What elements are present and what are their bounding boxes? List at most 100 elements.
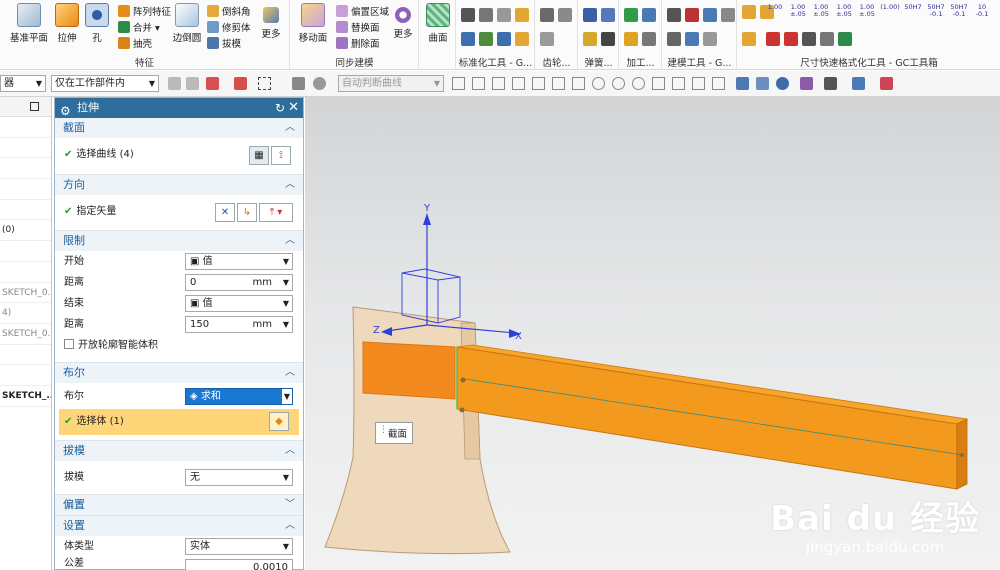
shell-button[interactable]: 抽壳 bbox=[118, 36, 152, 50]
visibility-icon[interactable] bbox=[880, 77, 893, 90]
modeling-tool-icon[interactable] bbox=[703, 32, 717, 46]
start-type-select[interactable]: ▣ 值 ▼ bbox=[185, 253, 293, 270]
selected-body-face[interactable] bbox=[362, 341, 456, 400]
tool-icon[interactable] bbox=[461, 32, 475, 46]
snap-point-icon[interactable] bbox=[572, 77, 585, 90]
tool-icon[interactable] bbox=[479, 8, 493, 22]
snap-point-icon[interactable] bbox=[532, 77, 545, 90]
dim-format-9[interactable]: 50H7 -0.1 bbox=[948, 4, 970, 18]
arrow-icon[interactable] bbox=[292, 77, 305, 90]
spring-tools-title[interactable]: 弹簧... bbox=[579, 55, 618, 69]
machining-tool-icon[interactable] bbox=[624, 32, 638, 46]
datum-plane-button[interactable]: 基准平面 bbox=[8, 3, 50, 44]
modeling-tool-icon[interactable] bbox=[721, 8, 735, 22]
machining-tools-title[interactable]: 加工... bbox=[620, 55, 661, 69]
tree-row[interactable] bbox=[0, 138, 51, 159]
spring-tool-icon[interactable] bbox=[583, 32, 597, 46]
sketch-section-button[interactable]: ▦ bbox=[249, 146, 269, 165]
lasso-icon[interactable] bbox=[234, 77, 247, 90]
rotate-icon[interactable] bbox=[776, 77, 789, 90]
modeling-tool-icon[interactable] bbox=[703, 8, 717, 22]
dim-format-4[interactable]: 1.00 ±.05 bbox=[833, 4, 855, 18]
render-style-icon[interactable] bbox=[800, 77, 813, 90]
boolean-type-select[interactable]: ◈ 求和 ▼ bbox=[185, 388, 293, 405]
reset-icon[interactable]: ↻ bbox=[275, 98, 285, 118]
dimension-tool-icon[interactable] bbox=[742, 5, 756, 19]
snap-icon[interactable] bbox=[186, 77, 199, 90]
replace-face-button[interactable]: 替换面 bbox=[336, 20, 380, 34]
gear-tool-icon[interactable] bbox=[558, 8, 572, 22]
delete-face-button[interactable]: 删除面 bbox=[336, 36, 380, 50]
gear-tool-icon[interactable] bbox=[540, 8, 554, 22]
chamfer-button[interactable]: 倒斜角 bbox=[207, 4, 251, 18]
feature-more-button[interactable]: 更多 bbox=[258, 3, 284, 40]
tool-icon[interactable] bbox=[515, 32, 529, 46]
tree-row[interactable]: SKETCH_.. bbox=[0, 386, 51, 407]
body-type-select[interactable]: 实体 ▼ bbox=[185, 538, 293, 555]
tree-row[interactable] bbox=[0, 200, 51, 221]
machining-tool-icon[interactable] bbox=[642, 8, 656, 22]
dimension-tool-icon[interactable] bbox=[766, 32, 780, 46]
dimension-tool-icon[interactable] bbox=[838, 32, 852, 46]
section-offset-header[interactable]: 偏置 ﹀ bbox=[55, 495, 303, 515]
dim-format-6[interactable]: (1.00) bbox=[879, 4, 901, 18]
section-curve-header[interactable]: 截面 ︿ bbox=[55, 118, 303, 138]
section-settings-header[interactable]: 设置 ︿ bbox=[55, 516, 303, 536]
modeling-tool-icon[interactable] bbox=[685, 8, 699, 22]
hole-button[interactable]: 孔 bbox=[85, 3, 109, 44]
unite-button[interactable]: 合并 ▾ bbox=[118, 20, 160, 34]
tool-icon[interactable] bbox=[515, 8, 529, 22]
tree-row[interactable] bbox=[0, 117, 51, 138]
select-body-row[interactable]: ✔ 选择体 (1) ◆ bbox=[59, 409, 299, 435]
gear-tool-icon[interactable] bbox=[540, 32, 554, 46]
snap-icon[interactable] bbox=[168, 77, 181, 90]
modeling-tool-icon[interactable] bbox=[667, 8, 681, 22]
start-distance-input[interactable]: 0 mm ▼ bbox=[185, 274, 293, 291]
section-direction-header[interactable]: 方向 ︿ bbox=[55, 175, 303, 195]
section-limits-header[interactable]: 限制 ︿ bbox=[55, 231, 303, 251]
dim-format-2[interactable]: 1.00 ±.05 bbox=[787, 4, 809, 18]
section-point[interactable] bbox=[460, 377, 466, 383]
machining-tool-icon[interactable] bbox=[642, 32, 656, 46]
tree-row[interactable] bbox=[0, 345, 51, 366]
vector-dialog-button[interactable]: ↳ bbox=[237, 203, 257, 222]
end-type-select[interactable]: ▣ 值 ▼ bbox=[185, 295, 293, 312]
dimension-tool-icon[interactable] bbox=[742, 32, 756, 46]
snap-point-icon[interactable] bbox=[492, 77, 505, 90]
shaded-view-icon[interactable] bbox=[852, 77, 865, 90]
tree-row[interactable]: SKETCH_0.. bbox=[0, 324, 51, 345]
trim-body-button[interactable]: 修剪体 bbox=[207, 20, 251, 34]
snap-point-icon[interactable] bbox=[712, 77, 725, 90]
tree-row[interactable] bbox=[0, 179, 51, 200]
dimension-format-title[interactable]: 尺寸快速格式化工具 - GC工具箱 bbox=[738, 55, 1000, 69]
tool-icon[interactable] bbox=[497, 32, 511, 46]
select-body-button[interactable]: ◆ bbox=[269, 412, 289, 431]
vector-type-select[interactable]: ⤒ ▾ bbox=[259, 203, 293, 222]
tool-icon[interactable] bbox=[461, 8, 475, 22]
tree-row[interactable]: SKETCH_0.. bbox=[0, 283, 51, 304]
gear-tools-title[interactable]: 齿轮... bbox=[536, 55, 577, 69]
tree-row[interactable]: 4) bbox=[0, 303, 51, 324]
dim-format-8[interactable]: 50H7 -0.1 bbox=[925, 4, 947, 18]
dim-format-1[interactable]: 1.00 bbox=[764, 4, 786, 18]
snap-point-icon[interactable] bbox=[692, 77, 705, 90]
open-profile-row[interactable]: 开放轮廓智能体积 bbox=[55, 335, 303, 356]
zoom-icon[interactable] bbox=[756, 77, 769, 90]
section-point[interactable] bbox=[960, 453, 964, 457]
modeling-tool-icon[interactable] bbox=[667, 32, 681, 46]
maximize-icon[interactable] bbox=[30, 102, 39, 111]
select-curve-row[interactable]: ✔ 选择曲线 (4) ▦ ⟟ bbox=[55, 144, 303, 165]
reverse-direction-button[interactable]: ✕ bbox=[215, 203, 235, 222]
tree-row[interactable] bbox=[0, 365, 51, 386]
draft-type-select[interactable]: 无 ▼ bbox=[185, 469, 293, 486]
snap-point-icon[interactable] bbox=[612, 77, 625, 90]
draft-button[interactable]: 拔模 bbox=[207, 36, 241, 50]
curve-section-button[interactable]: ⟟ bbox=[271, 146, 291, 165]
section-draft-header[interactable]: 拔模 ︿ bbox=[55, 441, 303, 461]
type-filter-select[interactable]: 器 ▼ bbox=[0, 75, 46, 92]
spring-tool-icon[interactable] bbox=[583, 8, 597, 22]
dimension-tool-icon[interactable] bbox=[784, 32, 798, 46]
loop-icon[interactable] bbox=[313, 77, 326, 90]
snap-point-icon[interactable] bbox=[592, 77, 605, 90]
section-point[interactable] bbox=[459, 407, 465, 413]
